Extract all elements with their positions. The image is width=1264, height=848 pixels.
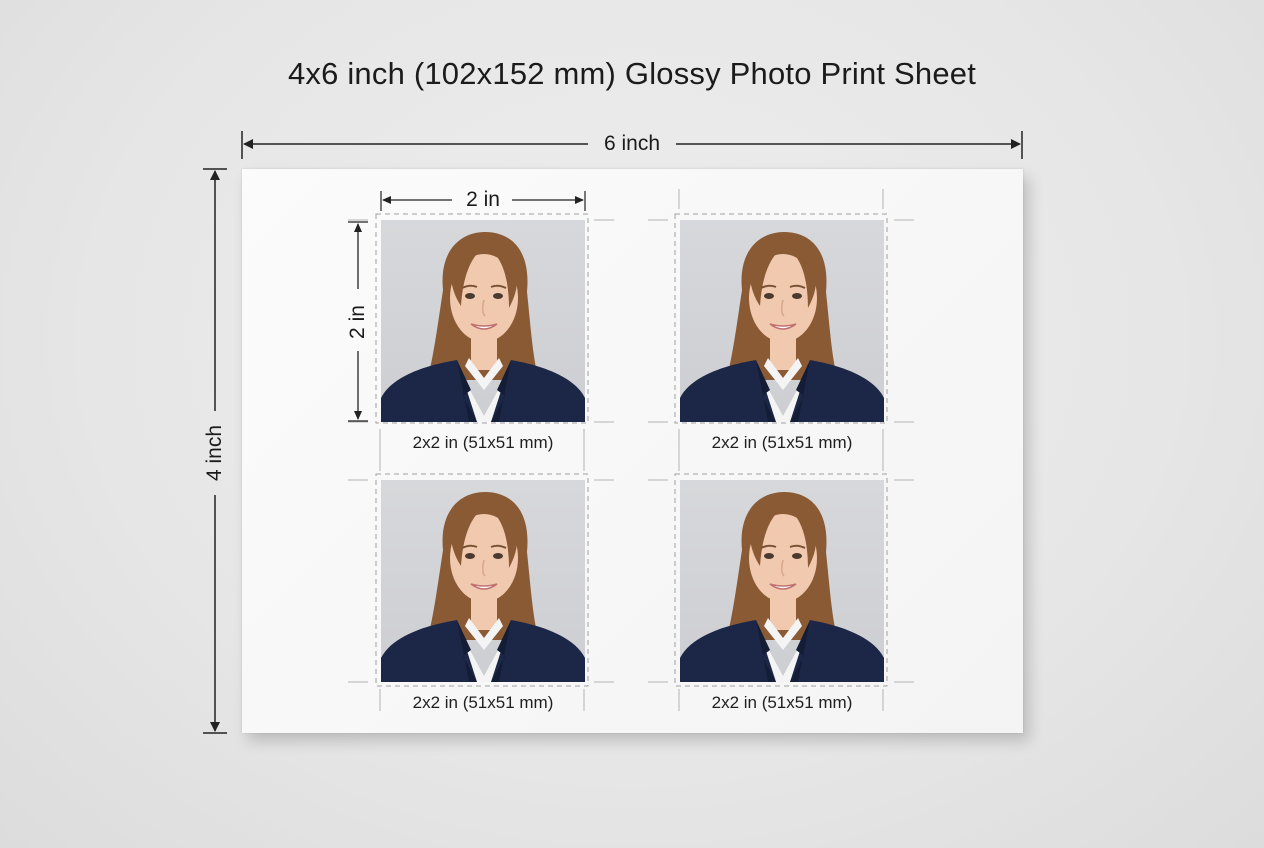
photo-caption: 2x2 in (51x51 mm) [711, 433, 853, 452]
print-sheet: 2 in 2 in 2x2 in (51x51 mm) 2x2 in (51x5… [242, 169, 1023, 733]
portrait-photo-2 [680, 220, 884, 422]
photo-caption: 2x2 in (51x51 mm) [412, 433, 554, 452]
sheet-height-label: 4 inch [203, 424, 226, 482]
photo-width-label: 2 in [466, 188, 500, 211]
photo-height-label: 2 in [346, 305, 369, 339]
sheet-width-label: 6 inch [603, 132, 661, 155]
portrait-photo-4 [680, 480, 884, 682]
photo-caption: 2x2 in (51x51 mm) [711, 693, 853, 712]
photo-caption: 2x2 in (51x51 mm) [412, 693, 554, 712]
page-title: 4x6 inch (102x152 mm) Glossy Photo Print… [287, 56, 977, 91]
portrait-photo-1 [381, 220, 585, 422]
portrait-photo-3 [381, 480, 585, 682]
